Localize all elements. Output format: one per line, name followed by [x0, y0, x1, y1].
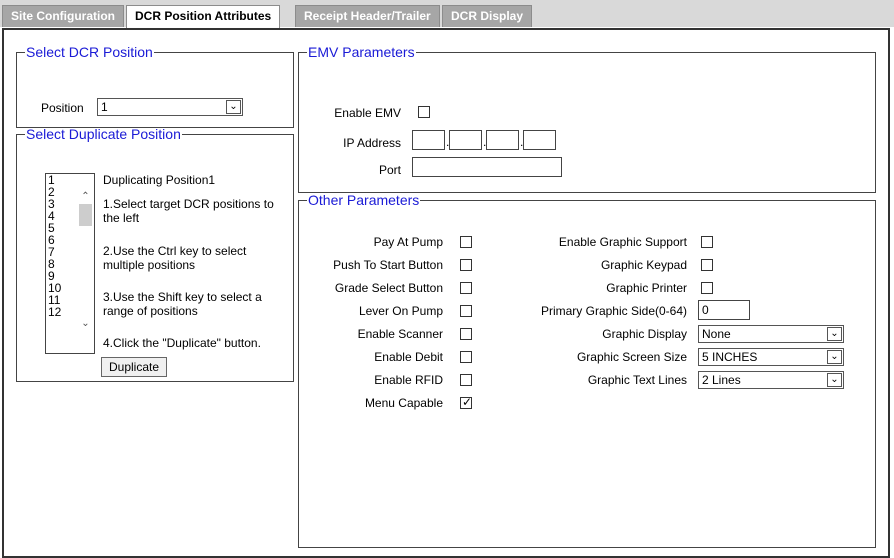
duplicate-position-listbox[interactable]: 1 2 3 4 5 6 7 8 9 10 11 12 ⌃ ⌄ [45, 173, 95, 354]
primary-graphic-side-label: Primary Graphic Side(0-64) [540, 304, 687, 318]
ip-octet-2-input[interactable] [449, 130, 482, 150]
graphic-printer-label: Graphic Printer [606, 281, 687, 295]
scroll-thumb[interactable] [79, 204, 92, 226]
dcr-position-panel: Select DCR Position Position 1 ⌄ Select … [2, 28, 890, 558]
ip-address-field: . . . [412, 130, 562, 150]
duplicating-heading: Duplicating Position1 [103, 173, 216, 187]
step-3-text: 3.Use the Shift key to select a range of… [103, 290, 262, 318]
tab-dcr-position-attributes[interactable]: DCR Position Attributes [126, 5, 281, 28]
ip-octet-4-input[interactable] [523, 130, 556, 150]
listbox-scrollbar[interactable]: ⌃ ⌄ [77, 174, 94, 353]
other-parameters-group: Other Parameters Pay At Pump Push To Sta… [298, 192, 876, 548]
enable-debit-label: Enable Debit [374, 350, 443, 364]
enable-rfid-checkbox[interactable] [460, 374, 472, 386]
scroll-down-icon[interactable]: ⌄ [79, 318, 92, 329]
select-duplicate-position-group: Select Duplicate Position 1 2 3 4 5 6 7 … [16, 126, 294, 382]
select-duplicate-position-legend: Select Duplicate Position [26, 126, 181, 142]
push-to-start-checkbox[interactable] [460, 259, 472, 271]
step-2-text: 2.Use the Ctrl key to select multiple po… [103, 244, 247, 272]
step-4-text: 4.Click the "Duplicate" button. [103, 336, 261, 350]
grade-select-checkbox[interactable] [460, 282, 472, 294]
tab-dcr-display[interactable]: DCR Display [442, 5, 533, 27]
pay-at-pump-checkbox[interactable] [460, 236, 472, 248]
graphic-text-lines-select[interactable]: 2 Lines ⌄ [698, 371, 844, 389]
position-label: Position [41, 101, 84, 115]
pay-at-pump-label: Pay At Pump [373, 235, 443, 249]
position-select[interactable]: 1 ⌄ [97, 98, 243, 116]
chevron-down-icon[interactable]: ⌄ [827, 327, 842, 341]
ip-octet-1-input[interactable] [412, 130, 445, 150]
push-to-start-label: Push To Start Button [333, 258, 443, 272]
graphic-display-label: Graphic Display [602, 327, 687, 341]
scroll-up-icon[interactable]: ⌃ [79, 191, 92, 202]
enable-graphic-support-label: Enable Graphic Support [558, 235, 687, 249]
graphic-text-lines-label: Graphic Text Lines [587, 373, 687, 387]
chevron-down-icon[interactable]: ⌄ [827, 350, 842, 364]
graphic-keypad-label: Graphic Keypad [600, 258, 687, 272]
chevron-down-icon[interactable]: ⌄ [226, 100, 241, 114]
lever-on-pump-label: Lever On Pump [358, 304, 443, 318]
ip-address-label: IP Address [343, 136, 401, 150]
select-dcr-position-group: Select DCR Position Position 1 ⌄ [16, 44, 294, 128]
duplicate-button[interactable]: Duplicate [101, 357, 167, 377]
step-1-text: 1.Select target DCR positions to the lef… [103, 197, 274, 225]
lever-on-pump-checkbox[interactable] [460, 305, 472, 317]
port-label: Port [378, 163, 401, 177]
menu-capable-label: Menu Capable [364, 396, 443, 410]
tab-bar: Site Configuration DCR Position Attribut… [0, 0, 894, 28]
graphic-text-lines-value: 2 Lines [702, 373, 741, 387]
graphic-display-value: None [702, 327, 731, 341]
emv-parameters-legend: EMV Parameters [308, 44, 415, 60]
tab-site-configuration[interactable]: Site Configuration [2, 5, 124, 27]
other-parameters-legend: Other Parameters [308, 192, 420, 208]
enable-emv-checkbox[interactable] [418, 106, 430, 118]
enable-debit-checkbox[interactable] [460, 351, 472, 363]
graphic-screen-size-value: 5 INCHES [702, 350, 758, 364]
chevron-down-icon[interactable]: ⌄ [827, 373, 842, 387]
grade-select-label: Grade Select Button [334, 281, 443, 295]
enable-scanner-checkbox[interactable] [460, 328, 472, 340]
enable-scanner-label: Enable Scanner [357, 327, 443, 341]
graphic-screen-size-select[interactable]: 5 INCHES ⌄ [698, 348, 844, 366]
enable-graphic-support-checkbox[interactable] [701, 236, 713, 248]
port-input[interactable] [412, 157, 562, 177]
primary-graphic-side-input[interactable]: 0 [698, 300, 750, 320]
graphic-printer-checkbox[interactable] [701, 282, 713, 294]
emv-parameters-group: EMV Parameters Enable EMV IP Address . .… [298, 44, 876, 193]
graphic-keypad-checkbox[interactable] [701, 259, 713, 271]
select-dcr-position-legend: Select DCR Position [26, 44, 153, 60]
graphic-display-select[interactable]: None ⌄ [698, 325, 844, 343]
tab-receipt-header-trailer[interactable]: Receipt Header/Trailer [295, 5, 440, 27]
enable-rfid-label: Enable RFID [374, 373, 443, 387]
graphic-screen-size-label: Graphic Screen Size [576, 350, 687, 364]
enable-emv-label: Enable EMV [334, 106, 401, 120]
menu-capable-checkbox[interactable]: ✓ [460, 395, 473, 409]
ip-octet-3-input[interactable] [486, 130, 519, 150]
position-select-value: 1 [101, 100, 108, 114]
checkmark-icon: ✓ [461, 395, 473, 409]
